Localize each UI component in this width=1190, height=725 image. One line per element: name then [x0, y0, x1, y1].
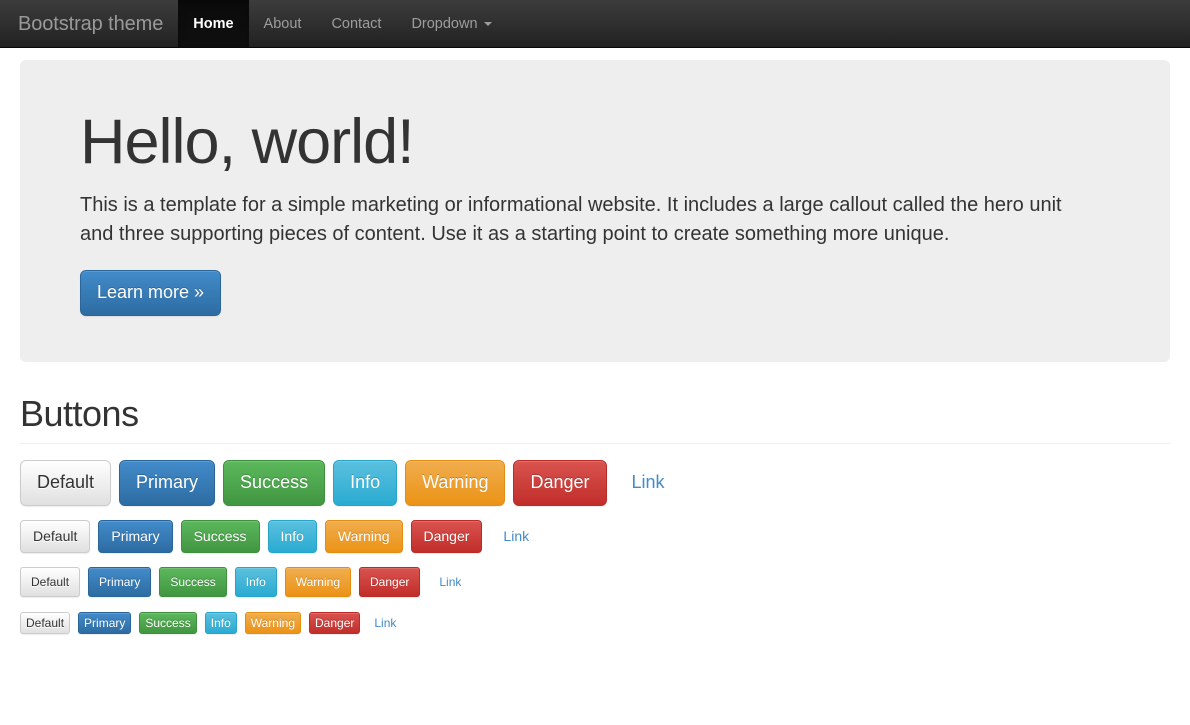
nav-item-about[interactable]: About: [249, 0, 317, 47]
warning-button-lg[interactable]: Warning: [405, 460, 505, 506]
link-button-lg[interactable]: Link: [615, 460, 682, 506]
info-button-lg[interactable]: Info: [333, 460, 397, 506]
success-button-sm[interactable]: Success: [159, 567, 226, 597]
success-button-lg[interactable]: Success: [223, 460, 325, 506]
success-button-xs[interactable]: Success: [139, 612, 196, 634]
nav-link-about[interactable]: About: [249, 0, 317, 47]
nav-link-label: Contact: [331, 16, 381, 32]
default-button-lg[interactable]: Default: [20, 460, 111, 506]
nav-link-home[interactable]: Home: [178, 0, 248, 47]
page-container: Hello, world! This is a template for a s…: [20, 60, 1170, 634]
button-row-sm: Default Primary Success Info Warning Danger Li…: [20, 567, 1170, 597]
warning-button-sm[interactable]: Warning: [285, 567, 351, 597]
button-row-lg: DefaultPrimarySuccessInfoWarningDangerLi…: [20, 460, 1170, 506]
link-button-xs[interactable]: Link: [368, 612, 402, 634]
nav-link-label: Dropdown: [411, 16, 477, 32]
nav-item-contact[interactable]: Contact: [316, 0, 396, 47]
buttons-title: Buttons: [20, 394, 1170, 434]
nav-item-home[interactable]: Home: [178, 0, 248, 47]
primary-button-sm[interactable]: Primary: [88, 567, 151, 597]
jumbotron: Hello, world! This is a template for a s…: [20, 60, 1170, 362]
chevron-down-icon: [484, 22, 492, 26]
primary-button-lg[interactable]: Primary: [119, 460, 215, 506]
info-button-sm[interactable]: Info: [235, 567, 277, 597]
primary-button-md[interactable]: Primary: [98, 520, 172, 554]
link-button-md[interactable]: Link: [490, 520, 542, 554]
learn-more-button[interactable]: Learn more »: [80, 270, 221, 316]
nav-link-dropdown[interactable]: Dropdown: [396, 0, 506, 47]
default-button-xs[interactable]: Default: [20, 612, 70, 634]
danger-button-lg[interactable]: Danger: [513, 460, 606, 506]
buttons-page-header: Buttons: [20, 394, 1170, 444]
info-button-xs[interactable]: Info: [205, 612, 237, 634]
danger-button-xs[interactable]: Danger: [309, 612, 360, 634]
jumbotron-heading: Hello, world!: [80, 108, 1110, 177]
button-rows: DefaultPrimarySuccessInfoWarningDangerLi…: [20, 460, 1170, 635]
warning-button-md[interactable]: Warning: [325, 520, 403, 554]
navbar-nav: Home About Contact Dropdown: [178, 0, 506, 47]
default-button-md[interactable]: Default: [20, 520, 90, 554]
link-button-sm[interactable]: Link: [428, 567, 472, 597]
nav-item-dropdown[interactable]: Dropdown: [396, 0, 506, 47]
danger-button-md[interactable]: Danger: [411, 520, 483, 554]
warning-button-xs[interactable]: Warning: [245, 612, 301, 634]
button-row-md: DefaultPrimary SuccessInfoWarningDangerLi…: [20, 520, 1170, 554]
nav-link-label: About: [264, 16, 302, 32]
navbar: Bootstrap theme Home About Contact Dropdown: [0, 0, 1190, 48]
jumbotron-paragraph: This is a template for a simple marketin…: [80, 191, 1090, 248]
buttons-section: Buttons DefaultPrimarySuccessInfoWarning…: [20, 394, 1170, 634]
primary-button-xs[interactable]: Primary: [78, 612, 131, 634]
danger-button-sm[interactable]: Danger: [359, 567, 420, 597]
info-button-md[interactable]: Info: [268, 520, 317, 554]
default-button-sm[interactable]: Default: [20, 567, 80, 597]
success-button-md[interactable]: Success: [181, 520, 260, 554]
navbar-brand[interactable]: Bootstrap theme: [0, 0, 178, 47]
nav-link-contact[interactable]: Contact: [316, 0, 396, 47]
button-row-xs: Default Primary Success Info Warning Danger Li…: [20, 612, 1170, 634]
nav-link-label: Home: [193, 16, 233, 32]
